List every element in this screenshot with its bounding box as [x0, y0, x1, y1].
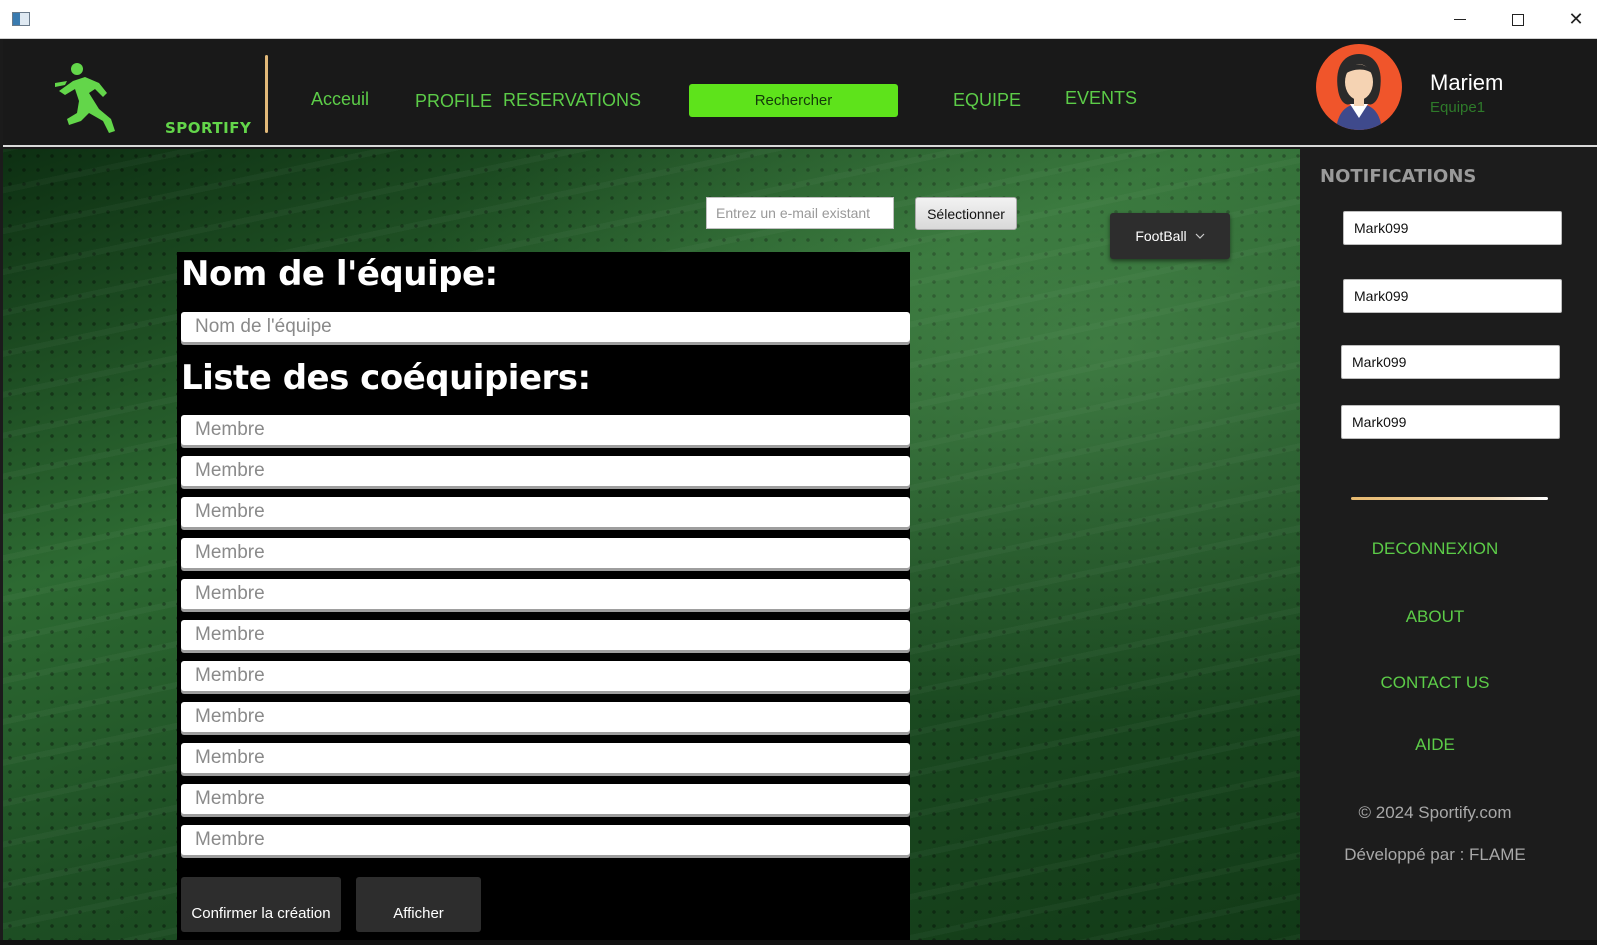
deconnexion-link[interactable]: DECONNEXION — [1300, 539, 1570, 559]
notification-item[interactable]: Mark099 — [1343, 211, 1562, 245]
nav-acceuil[interactable]: Acceuil — [311, 89, 369, 110]
user-team: Equipe1 — [1430, 99, 1486, 116]
notification-item[interactable]: Mark099 — [1343, 279, 1562, 313]
sidebar-divider — [1351, 497, 1548, 500]
afficher-button[interactable]: Afficher — [356, 877, 481, 932]
maximize-icon — [1512, 13, 1524, 26]
sportify-logo[interactable]: SPORTIFY — [55, 59, 251, 139]
rechercher-button[interactable]: Rechercher — [689, 84, 898, 117]
close-button[interactable]: ✕ — [1547, 0, 1597, 39]
notification-item[interactable]: Mark099 — [1341, 345, 1560, 379]
main-content: Entrez un e-mail existant Sélectionner F… — [3, 149, 1300, 940]
nav-events[interactable]: EVENTS — [1065, 88, 1137, 109]
member-input[interactable]: Membre — [181, 497, 910, 527]
email-input[interactable]: Entrez un e-mail existant — [706, 197, 894, 229]
nav-profile[interactable]: PROFILE — [415, 91, 492, 112]
close-icon: ✕ — [1568, 8, 1584, 30]
right-sidebar: NOTIFICATIONS Mark099 Mark099 Mark099 Ma… — [1300, 149, 1597, 940]
member-input[interactable]: Membre — [181, 825, 910, 855]
team-name-title: Nom de l'équipe: — [181, 254, 498, 294]
nav-equipe[interactable]: EQUIPE — [953, 90, 1021, 111]
notifications-title: NOTIFICATIONS — [1320, 166, 1477, 187]
member-input[interactable]: Membre — [181, 702, 910, 732]
nav-reservations[interactable]: RESERVATIONS — [503, 90, 641, 111]
notification-item[interactable]: Mark099 — [1341, 405, 1560, 439]
window-titlebar: ✕ — [0, 0, 1597, 39]
member-input[interactable]: Membre — [181, 579, 910, 609]
team-name-input[interactable]: Nom de l'équipe — [181, 312, 910, 342]
aide-link[interactable]: AIDE — [1300, 735, 1570, 755]
contact-us-link[interactable]: CONTACT US — [1300, 673, 1570, 693]
top-header: SPORTIFY Acceuil PROFILE RESERVATIONS Re… — [3, 39, 1597, 147]
member-input[interactable]: Membre — [181, 661, 910, 691]
members-title: Liste des coéquipiers: — [181, 358, 591, 398]
sport-dropdown[interactable]: FootBall — [1110, 213, 1230, 259]
app-icon — [12, 12, 30, 26]
copyright-text: © 2024 Sportify.com — [1358, 803, 1512, 822]
avatar-woman-icon — [1336, 54, 1382, 130]
user-name: Mariem — [1430, 70, 1504, 95]
confirm-creation-button[interactable]: Confirmer la création — [181, 877, 341, 932]
about-link[interactable]: ABOUT — [1300, 607, 1570, 627]
developer-credit: Développé par : FLAME — [1344, 845, 1526, 864]
minimize-button[interactable] — [1431, 0, 1489, 39]
runner-icon — [55, 63, 115, 133]
minimize-icon — [1454, 19, 1466, 20]
select-button[interactable]: Sélectionner — [915, 197, 1017, 230]
member-input[interactable]: Membre — [181, 784, 910, 814]
bottom-edge — [0, 940, 1597, 945]
chevron-down-icon — [1195, 233, 1205, 239]
member-input[interactable]: Membre — [181, 620, 910, 650]
user-avatar[interactable] — [1316, 44, 1402, 130]
member-input[interactable]: Membre — [181, 743, 910, 773]
logo-text: SPORTIFY — [165, 119, 252, 137]
maximize-button[interactable] — [1489, 0, 1547, 39]
sport-dropdown-value: FootBall — [1135, 228, 1187, 244]
header-divider — [265, 55, 268, 133]
team-form: Nom de l'équipe: Nom de l'équipe Liste d… — [177, 252, 910, 940]
member-input[interactable]: Membre — [181, 538, 910, 568]
member-input[interactable]: Membre — [181, 456, 910, 486]
member-input[interactable]: Membre — [181, 415, 910, 445]
